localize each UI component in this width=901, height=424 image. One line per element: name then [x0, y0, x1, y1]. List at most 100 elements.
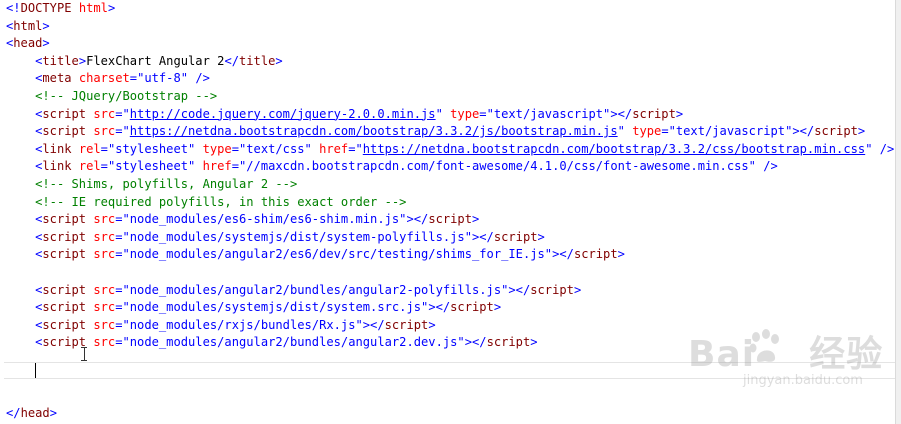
code-line[interactable]: <script src="node_modules/systemjs/dist/… [6, 299, 896, 317]
plain-text [6, 230, 35, 244]
equals-sign: = [115, 212, 123, 227]
plain-text [312, 142, 319, 156]
plain-text [6, 71, 35, 85]
url-link[interactable]: http://code.jquery.com/jquery-2.0.0.min.… [130, 107, 436, 121]
tag-bracket: > [49, 405, 57, 420]
tag-name: script [42, 247, 87, 262]
tag-bracket: > [428, 317, 436, 332]
url-link[interactable]: https://netdna.bootstrapcdn.com/bootstra… [130, 124, 618, 138]
equals-sign: = [479, 106, 487, 121]
equals-sign: = [231, 141, 239, 156]
code-line[interactable]: <link rel="stylesheet" type="text/css" h… [6, 141, 896, 159]
code-line[interactable]: ​ [6, 352, 896, 370]
attribute-value: "stylesheet" [107, 141, 196, 156]
url-link[interactable]: https://netdna.bootstrapcdn.com/bootstra… [363, 142, 865, 156]
tag-bracket: > [275, 53, 283, 68]
tag-name: script [42, 229, 87, 244]
code-editor[interactable]: <!DOCTYPE html> <html> <head> <title>FlexC… [0, 0, 896, 424]
plain-text [6, 318, 35, 332]
attribute-value: "//maxcdn.bootstrapcdn.com/font-awesome/… [239, 159, 756, 174]
vertical-scrollbar[interactable] [895, 0, 901, 424]
code-line[interactable]: <script src="node_modules/es6-shim/es6-s… [6, 211, 896, 229]
tag-bracket: > [78, 53, 87, 68]
attribute-value: " [617, 124, 625, 139]
plain-text: FlexChart Angular 2 [86, 53, 225, 68]
code-line[interactable]: <script src="node_modules/angular2/bundl… [6, 334, 896, 352]
plain-text [6, 124, 35, 138]
tag-bracket: > [537, 229, 545, 244]
tag-bracket: </ [6, 405, 21, 420]
attribute-value: "node_modules/angular2/bundles/angular2-… [122, 282, 509, 297]
code-line[interactable]: <meta charset="utf-8" /> [6, 70, 896, 88]
code-line[interactable]: <title>FlexChart Angular 2</title> [6, 53, 896, 71]
tag-name: script [428, 212, 472, 227]
ibeam-cursor-icon [80, 347, 88, 361]
tag-bracket: ></ [428, 300, 451, 315]
tag-name: head [20, 405, 50, 420]
tag-name: title [239, 53, 276, 68]
code-line[interactable]: <!-- JQuery/Bootstrap --> [6, 88, 896, 106]
tag-bracket: > [857, 124, 866, 139]
plain-text [872, 142, 879, 156]
code-lines[interactable]: <!DOCTYPE html> <html> <head> <title>FlexC… [6, 0, 896, 424]
code-line[interactable]: </head> [6, 405, 896, 423]
attribute-name: type [202, 141, 232, 156]
attribute-name: html [78, 1, 108, 15]
code-line[interactable]: <!DOCTYPE html> [6, 0, 896, 18]
equals-sign: = [115, 300, 123, 315]
code-line[interactable]: <script src="node_modules/angular2/bundl… [6, 282, 896, 300]
plain-text [6, 177, 35, 191]
tag-bracket: ></ [610, 106, 633, 121]
code-line[interactable]: ​ [6, 387, 896, 405]
plain-text [72, 142, 79, 156]
code-line[interactable]: <script src="http://code.jquery.com/jque… [6, 106, 896, 124]
code-line[interactable]: <script src="https://netdna.bootstrapcdn… [6, 123, 896, 141]
html-comment: <!-- Shims, polyfills, Angular 2 --> [35, 176, 298, 191]
code-line[interactable]: <html> [6, 18, 896, 36]
tag-name: script [42, 282, 87, 297]
equals-sign: = [231, 159, 239, 174]
attribute-value: "text/javascript" [486, 106, 611, 121]
tag-bracket: ></ [406, 212, 429, 227]
attribute-value: " [122, 106, 130, 121]
tag-bracket: > [472, 212, 480, 227]
plain-text [195, 142, 202, 156]
attribute-value: "node_modules/angular2/bundles/angular2.… [122, 335, 465, 350]
tag-bracket: ></ [472, 229, 494, 244]
tag-bracket: ></ [552, 247, 574, 262]
tag-name: script [42, 124, 87, 139]
tag-bracket: > [42, 36, 50, 51]
plain-text [6, 107, 35, 121]
plain-text [195, 159, 202, 173]
attribute-name: src [93, 212, 116, 227]
equals-sign: = [115, 335, 123, 350]
code-line[interactable]: <!-- Shims, polyfills, Angular 2 --> [6, 176, 896, 194]
code-line[interactable]: <script src="node_modules/angular2/es6/d… [6, 246, 896, 264]
equals-sign: = [115, 282, 123, 297]
attribute-value: " [355, 141, 363, 156]
code-line[interactable]: <!-- IE required polyfills, in this exac… [6, 194, 896, 212]
code-line[interactable]: <link rel="stylesheet" href="//maxcdn.bo… [6, 158, 896, 176]
attribute-name: type [450, 106, 480, 121]
tag-name: html [13, 18, 43, 33]
tag-name: script [42, 212, 87, 227]
code-line[interactable]: <script src="node_modules/rxjs/bundles/R… [6, 317, 896, 335]
attribute-name: src [93, 247, 116, 262]
tag-name: link [42, 141, 72, 156]
code-line[interactable]: ​ [6, 369, 896, 387]
code-line[interactable]: <script src="node_modules/systemjs/dist/… [6, 229, 896, 247]
plain-text [6, 142, 35, 156]
attribute-name: src [93, 335, 116, 350]
attribute-name: src [93, 300, 116, 315]
code-line[interactable]: ​ [6, 264, 896, 282]
code-line[interactable]: <head> [6, 35, 896, 53]
text-caret [35, 363, 36, 378]
equals-sign: = [115, 124, 123, 139]
tag-name: head [13, 36, 43, 51]
tag-name: title [42, 53, 79, 68]
tag-bracket: > [107, 1, 116, 15]
tag-bracket: > [573, 282, 582, 297]
tag-name: script [814, 124, 858, 139]
tag-name: script [450, 300, 494, 315]
tag-bracket: > [493, 300, 502, 315]
